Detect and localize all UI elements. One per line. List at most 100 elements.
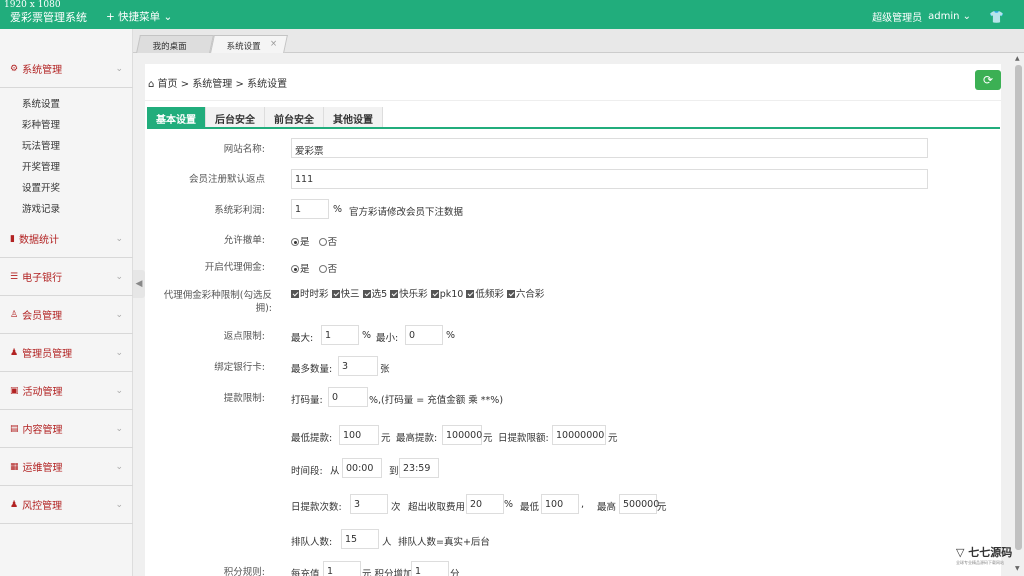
sidebar-group-risk[interactable]: ♟ 风控管理 ⌄ [0, 486, 133, 524]
withdraw-min-input[interactable]: 100 [339, 425, 379, 445]
cancel-yes-radio[interactable]: 是 [291, 237, 310, 248]
rebate-limit-label: 返点限制: [223, 331, 265, 342]
checkbox-k3[interactable]: 快三 [331, 289, 360, 300]
withdraw-daily-input[interactable]: 10000000 [552, 425, 606, 445]
sidebar-item-game-records[interactable]: 游戏记录 [22, 201, 60, 215]
scroll-down-icon[interactable]: ▼ [1015, 565, 1020, 572]
scroll-up-icon[interactable]: ▲ [1015, 55, 1020, 62]
settings-tabs: 基本设置 后台安全 前台安全 其他设置 [147, 107, 383, 127]
site-name-label: 网站名称: [223, 144, 265, 155]
user-outline-icon: ♙ [10, 309, 19, 320]
points-label: 积分规则: [223, 567, 265, 576]
user-menu[interactable]: admin ⌄ [928, 11, 971, 22]
server-icon: ▦ [10, 461, 19, 472]
withdraw-fee-input[interactable]: 20 [466, 494, 504, 514]
checkbox-x5[interactable]: 选5 [362, 289, 387, 300]
points-add-input[interactable]: 1 [411, 561, 449, 576]
sidebar-item-lottery-types[interactable]: 彩种管理 [22, 117, 60, 131]
agent-label: 开启代理佣金: [204, 262, 265, 273]
user-icon: ♟ [10, 347, 19, 358]
agent-radio-group: 是 否 [291, 261, 337, 275]
close-icon[interactable]: × [270, 39, 277, 49]
role-label: 超级管理员 [872, 13, 923, 24]
resolution-label: 1920 x 1080 [4, 0, 61, 10]
withdraw-queue-input[interactable]: 15 [341, 529, 379, 549]
checkbox-pk10[interactable]: pk10 [430, 289, 463, 300]
tab-my-desktop[interactable]: 我的桌面 [136, 35, 214, 53]
sidebar-item-play-types[interactable]: 玩法管理 [22, 138, 60, 152]
chevron-down-icon: ⌄ [115, 63, 123, 74]
profit-input[interactable]: 1 [291, 199, 329, 219]
gift-icon: ▣ [10, 385, 19, 396]
plus-icon: + [106, 11, 115, 23]
agent-yes-radio[interactable]: 是 [291, 264, 310, 275]
withdraw-time-from-input[interactable]: 00:00 [342, 458, 382, 478]
sidebar-group-ebank[interactable]: ☰ 电子银行 ⌄ [0, 258, 133, 296]
chart-icon: ▮ [10, 233, 15, 244]
top-bar: 爱彩票管理系统 + 快捷菜单 ⌄ 超级管理员 admin ⌄ 👕 [0, 0, 1024, 29]
withdraw-time-to-input[interactable]: 23:59 [399, 458, 439, 478]
quick-menu-button[interactable]: + 快捷菜单 ⌄ [106, 9, 172, 24]
rebate-min-input[interactable]: 0 [405, 325, 443, 345]
sidebar-collapse-toggle[interactable]: ◀ [133, 270, 145, 298]
cancel-radio-group: 是 否 [291, 234, 337, 248]
cancel-label: 允许撤单: [223, 235, 265, 246]
agent-no-radio[interactable]: 否 [318, 264, 337, 275]
sidebar: ⚙ 系统管理 ⌄ 系统设置 彩种管理 玩法管理 开奖管理 设置开奖 游戏记录 ▮ 数据… [0, 29, 133, 576]
brand-title: 爱彩票管理系统 [10, 11, 87, 24]
tab-backend-security[interactable]: 后台安全 [206, 107, 265, 127]
withdraw-fee-min-input[interactable]: 100 [541, 494, 579, 514]
sidebar-group-admins[interactable]: ♟ 管理员管理 ⌄ [0, 334, 133, 372]
withdraw-fee-max-input[interactable]: 500000 [619, 494, 659, 514]
cancel-no-radio[interactable]: 否 [318, 237, 337, 248]
bank-max-input[interactable]: 3 [338, 356, 378, 376]
checkbox-klc[interactable]: 快乐彩 [390, 289, 428, 300]
sidebar-item-set-draw[interactable]: 设置开奖 [22, 180, 60, 194]
agent-limit-label: 代理佣金彩种限制(勾选反拥): [163, 290, 272, 314]
sidebar-group-activities[interactable]: ▣ 活动管理 ⌄ [0, 372, 133, 410]
profit-label: 系统彩利润: [214, 205, 265, 216]
tab-system-settings[interactable]: 系统设置 × [210, 35, 288, 53]
withdraw-max-input[interactable]: 100000 [442, 425, 482, 445]
withdraw-code-note: %,(打码量 = 充值金额 乘 **%) [369, 395, 504, 406]
withdraw-code-input[interactable]: 0 [328, 387, 368, 407]
refresh-icon: ⟳ [982, 73, 994, 87]
withdraw-count-input[interactable]: 3 [350, 494, 388, 514]
vertical-scrollbar[interactable]: ▲ ▼ [1013, 53, 1024, 576]
sidebar-group-statistics[interactable]: ▮ 数据统计 ⌄ [0, 220, 133, 258]
breadcrumb-system[interactable]: 系统管理 [192, 79, 232, 90]
sidebar-group-system[interactable]: ⚙ 系统管理 ⌄ [0, 50, 133, 88]
rebate-max-input[interactable]: 1 [321, 325, 359, 345]
points-per-input[interactable]: 1 [323, 561, 361, 576]
list-icon: ☰ [10, 271, 19, 282]
refresh-button[interactable]: ⟳ [975, 70, 1001, 90]
site-name-input[interactable]: 爱彩票 [291, 138, 928, 158]
tab-basic[interactable]: 基本设置 [147, 107, 206, 127]
sidebar-group-members[interactable]: ♙ 会员管理 ⌄ [0, 296, 133, 334]
theme-shirt-icon[interactable]: 👕 [989, 10, 1004, 24]
chevron-down-icon: ⌄ [163, 11, 173, 23]
checkbox-ssc[interactable]: 时时彩 [291, 289, 329, 300]
page-tab-bar: 我的桌面 系统设置 × [133, 29, 1024, 53]
profit-note: 官方彩请修改会员下注数据 [349, 207, 464, 218]
checkbox-dpc[interactable]: 低频彩 [466, 289, 504, 300]
sidebar-group-ops[interactable]: ▦ 运维管理 ⌄ [0, 448, 133, 486]
checkbox-lhc[interactable]: 六合彩 [506, 289, 544, 300]
shield-user-icon: ♟ [10, 499, 19, 510]
scrollbar-thumb[interactable] [1015, 65, 1022, 550]
gear-icon: ⚙ [10, 63, 19, 74]
book-icon: ▤ [10, 423, 19, 434]
home-icon: ⌂ [148, 79, 155, 90]
tab-other[interactable]: 其他设置 [324, 107, 383, 127]
breadcrumb-current: 系统设置 [247, 79, 288, 90]
withdraw-label: 提款限制: [223, 393, 265, 404]
rebate-input[interactable]: 111 [291, 169, 928, 189]
sidebar-group-content[interactable]: ▤ 内容管理 ⌄ [0, 410, 133, 448]
sidebar-item-draw-management[interactable]: 开奖管理 [22, 159, 60, 173]
watermark-logo: ▽ 七七源码 全球专业精品源码下载网站 [956, 546, 1013, 565]
breadcrumb: ⌂ 首页 > 系统管理 > 系统设置 [148, 79, 288, 90]
chevron-down-icon: ⌄ [962, 11, 972, 22]
tab-frontend-security[interactable]: 前台安全 [265, 107, 324, 127]
sidebar-item-system-settings[interactable]: 系统设置 [22, 96, 60, 110]
breadcrumb-home[interactable]: 首页 [158, 79, 178, 90]
